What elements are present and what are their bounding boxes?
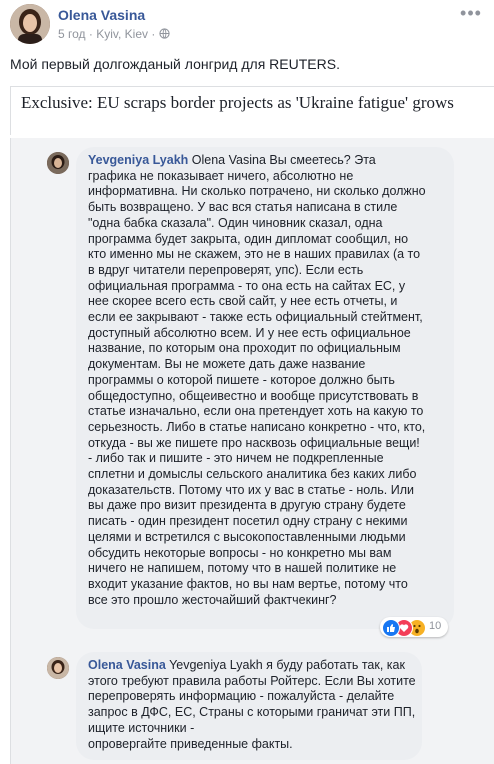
globe-icon	[159, 27, 170, 41]
post-author-name[interactable]: Olena Vasina	[58, 7, 145, 23]
comment-avatar[interactable]	[47, 152, 69, 174]
comment-author-name[interactable]: Olena Vasina	[88, 658, 166, 672]
post-location[interactable]: Kyiv, Kiev	[96, 27, 148, 41]
post-meta: 5 год · Kyiv, Kiev ·	[58, 27, 170, 41]
comment-body: Yevgeniya Lyakh Olena Vasina Вы смеетесь…	[88, 153, 448, 608]
link-preview-card[interactable]: Exclusive: EU scraps border projects as …	[10, 86, 494, 135]
separator-dot: ·	[151, 27, 159, 41]
comment-author-name[interactable]: Yevgeniya Lyakh	[88, 153, 188, 167]
comment-bubble: Olena Vasina Yevgeniya Lyakh я буду рабо…	[76, 652, 422, 760]
comment-body: Olena Vasina Yevgeniya Lyakh я буду рабо…	[88, 658, 418, 752]
reactions-summary[interactable]: 10	[380, 617, 448, 637]
comment-text: Olena Vasina Вы смеетесь? Эта графика не…	[88, 153, 426, 607]
link-preview-title[interactable]: Exclusive: EU scraps border projects as …	[21, 93, 491, 113]
post-text: Мой первый долгожданый лонгрид для REUTE…	[10, 56, 340, 72]
comment-avatar[interactable]	[47, 657, 69, 679]
reaction-count: 10	[429, 620, 442, 632]
author-avatar[interactable]	[10, 4, 50, 44]
comment-bubble: Yevgeniya Lyakh Olena Vasina Вы смеетесь…	[76, 147, 454, 629]
post-time[interactable]: 5 год	[58, 27, 86, 41]
like-reaction-icon	[382, 619, 400, 637]
more-icon[interactable]: •••	[456, 4, 486, 26]
